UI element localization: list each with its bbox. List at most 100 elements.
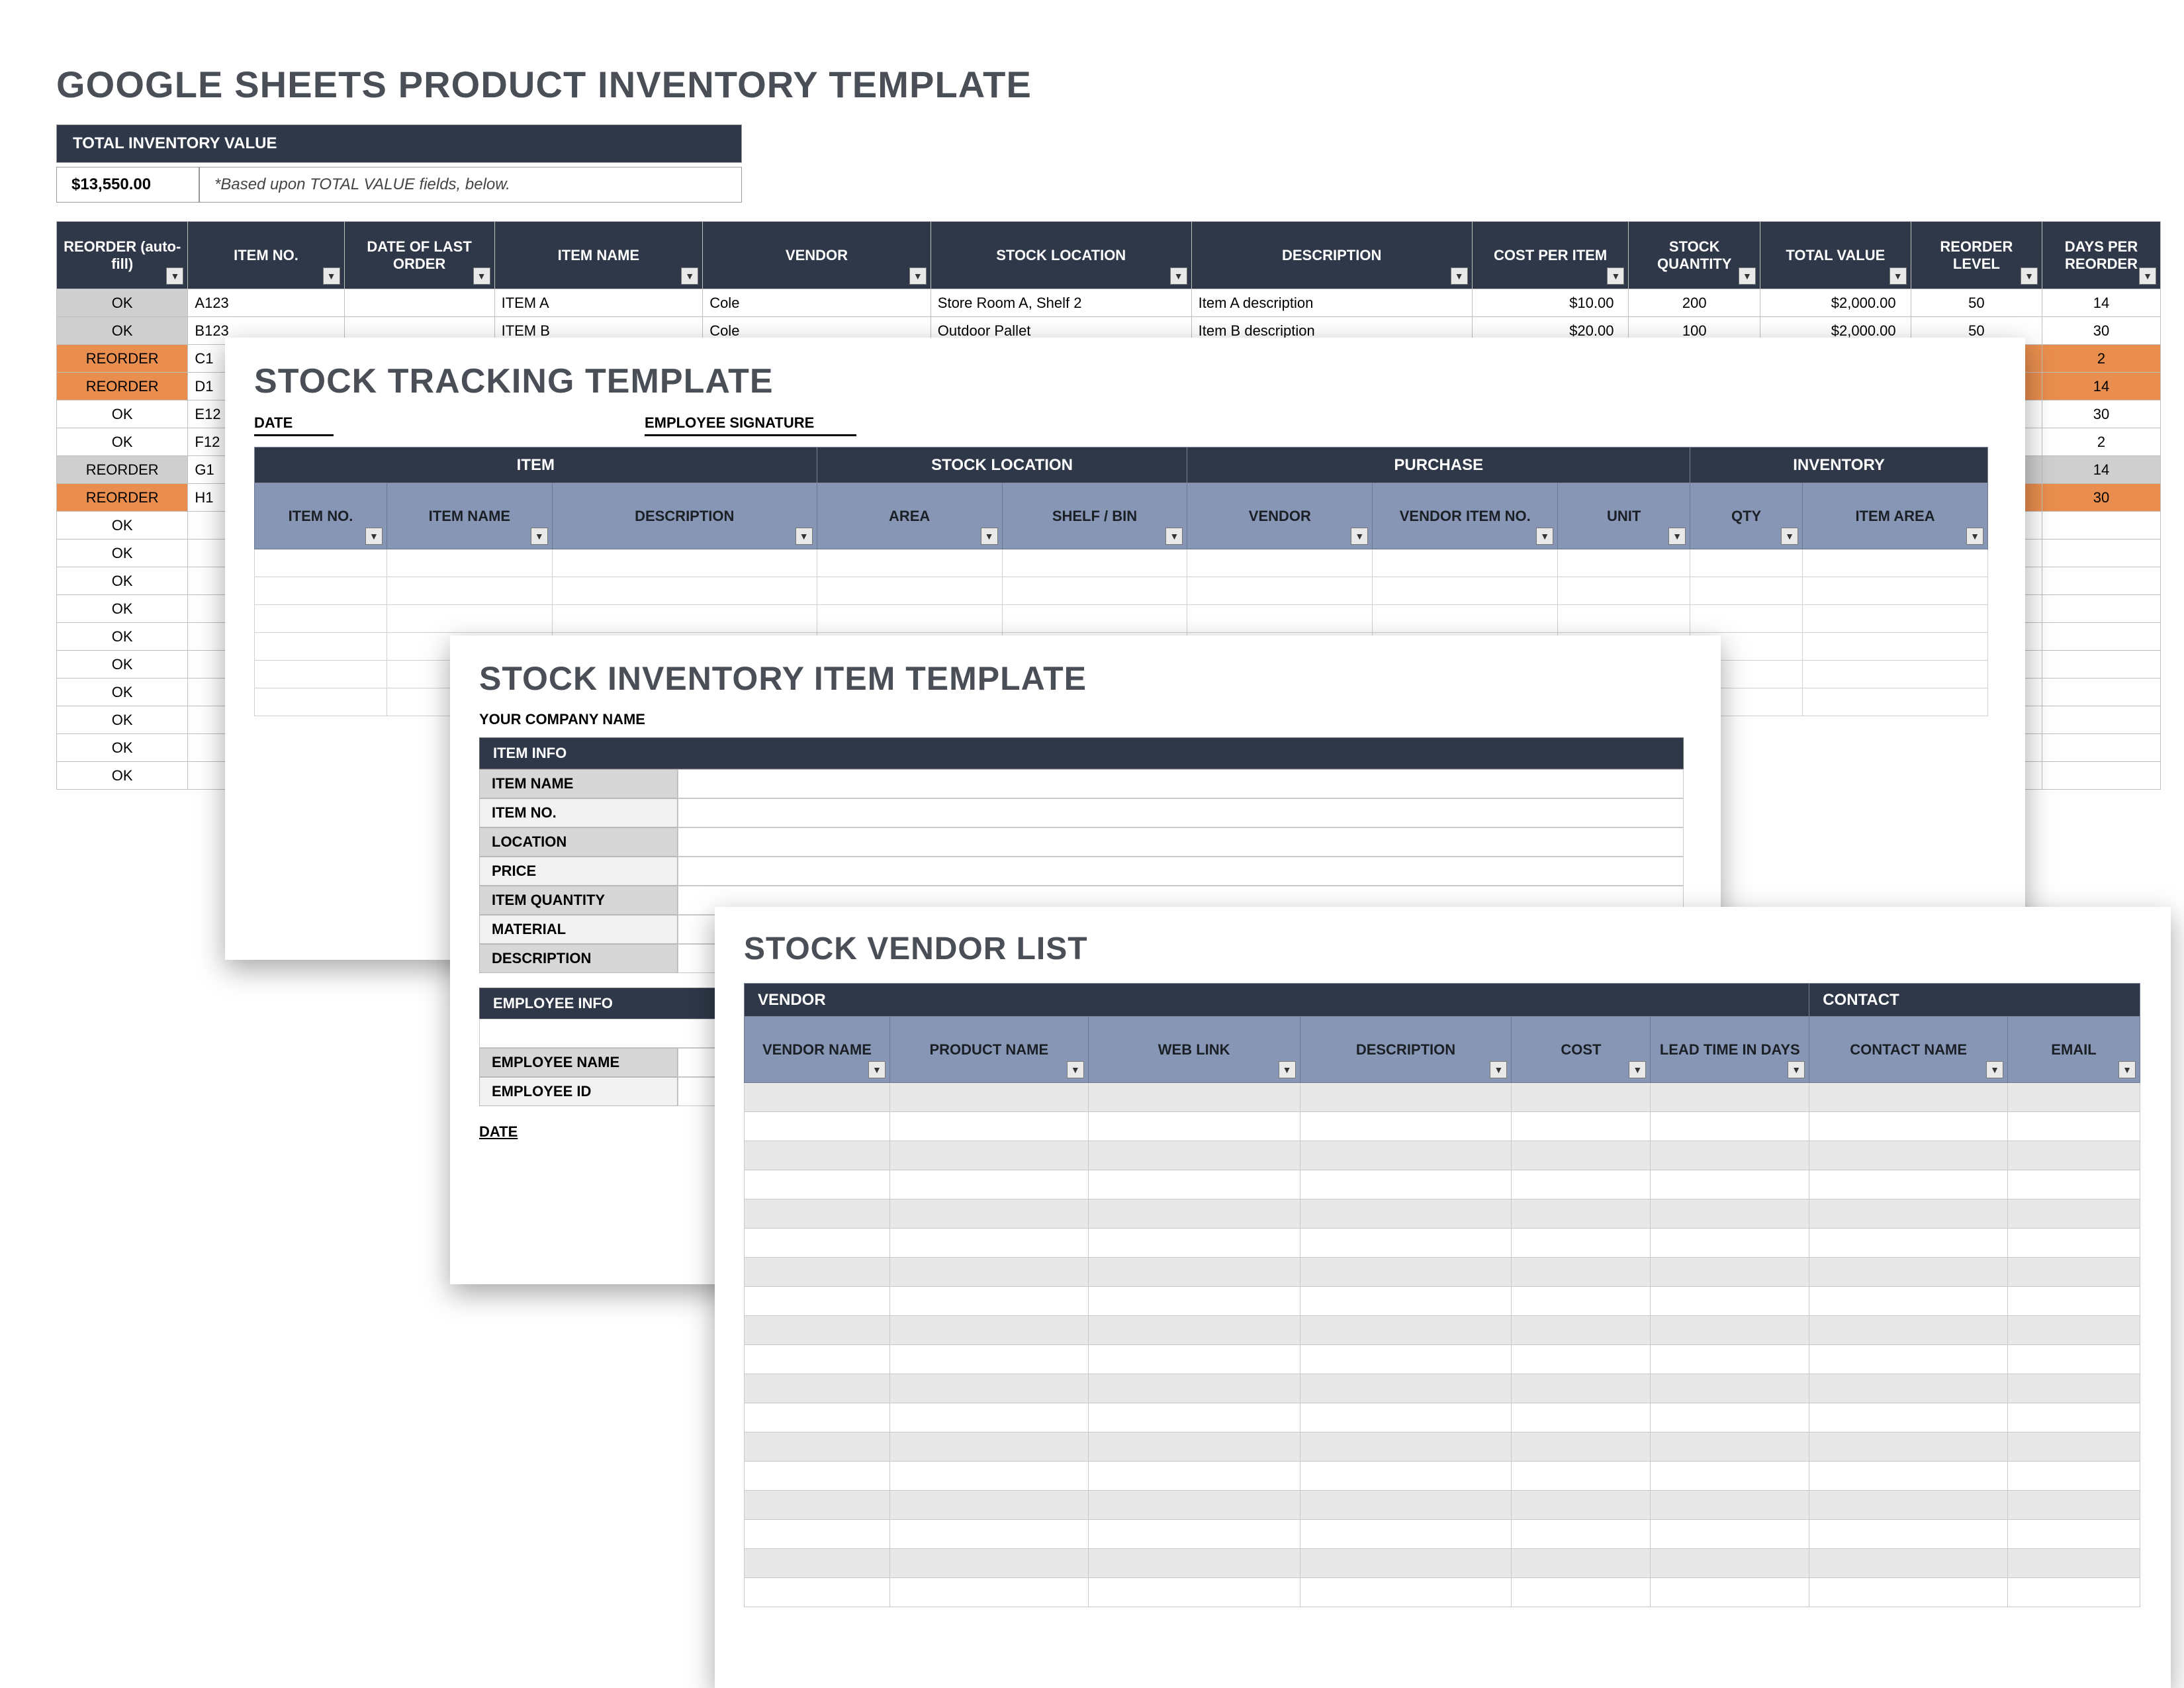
cell[interactable] [1651,1432,1809,1462]
cell[interactable] [2008,1345,2140,1374]
cell[interactable] [2008,1432,2140,1462]
cell[interactable] [1803,605,1988,633]
cell[interactable]: OK [57,706,188,734]
filter-dropdown-icon[interactable] [1451,267,1468,285]
cell[interactable]: 30 [2042,317,2161,345]
cell[interactable]: OK [57,317,188,345]
filter-dropdown-icon[interactable] [1889,267,1907,285]
cell[interactable] [817,577,1002,605]
cell[interactable] [1512,1170,1651,1199]
filter-dropdown-icon[interactable] [1668,528,1686,545]
cell[interactable] [1803,577,1988,605]
cell[interactable]: 200 [1629,289,1760,317]
cell[interactable] [745,1083,890,1112]
cell[interactable] [2042,567,2161,595]
cell[interactable]: REORDER [57,345,188,373]
cell[interactable] [889,1170,1088,1199]
cell[interactable] [1690,577,1803,605]
cell[interactable] [1512,1432,1651,1462]
cell[interactable] [2042,539,2161,567]
cell[interactable] [552,549,817,577]
cell[interactable]: OK [57,567,188,595]
cell[interactable] [745,1112,890,1141]
cell[interactable] [1373,605,1558,633]
filter-dropdown-icon[interactable] [1781,528,1798,545]
cell[interactable] [1088,1199,1300,1229]
cell[interactable] [1809,1112,2008,1141]
cell[interactable] [1809,1578,2008,1607]
cell[interactable] [2008,1491,2140,1520]
itm-field-value[interactable] [678,857,1684,886]
cell[interactable] [1002,577,1187,605]
cell[interactable] [2042,706,2161,734]
cell[interactable] [2008,1520,2140,1549]
cell[interactable] [255,661,387,688]
cell[interactable] [745,1258,890,1287]
cell[interactable] [889,1491,1088,1520]
cell[interactable] [1651,1287,1809,1316]
cell[interactable] [889,1578,1088,1607]
cell[interactable]: Store Room A, Shelf 2 [931,289,1191,317]
cell[interactable] [2008,1549,2140,1578]
cell[interactable] [1809,1374,2008,1403]
cell[interactable]: 2 [2042,345,2161,373]
cell[interactable] [1558,605,1690,633]
filter-dropdown-icon[interactable] [1629,1061,1646,1078]
cell[interactable] [889,1141,1088,1170]
cell[interactable] [1651,1520,1809,1549]
cell[interactable] [745,1287,890,1316]
cell[interactable] [1651,1141,1809,1170]
cell[interactable]: OK [57,400,188,428]
cell[interactable] [2008,1170,2140,1199]
cell[interactable] [255,577,387,605]
cell[interactable]: OK [57,734,188,762]
cell[interactable] [255,549,387,577]
cell[interactable] [2042,595,2161,623]
cell[interactable] [1002,549,1187,577]
cell[interactable] [1088,1520,1300,1549]
cell[interactable] [1300,1229,1512,1258]
filter-dropdown-icon[interactable] [1490,1061,1507,1078]
cell[interactable] [2008,1374,2140,1403]
cell[interactable] [552,577,817,605]
cell[interactable] [387,549,552,577]
cell[interactable] [1512,1112,1651,1141]
cell[interactable] [1651,1374,1809,1403]
cell[interactable] [745,1432,890,1462]
cell[interactable] [1300,1578,1512,1607]
cell[interactable] [745,1316,890,1345]
cell[interactable] [1651,1578,1809,1607]
cell[interactable] [2008,1578,2140,1607]
cell[interactable]: Item A description [1191,289,1472,317]
cell[interactable] [1088,1491,1300,1520]
cell[interactable] [1690,549,1803,577]
cell[interactable]: $10.00 [1472,289,1629,317]
cell[interactable] [1651,1403,1809,1432]
cell[interactable] [1803,688,1988,716]
cell[interactable] [1809,1316,2008,1345]
cell[interactable] [1512,1258,1651,1287]
cell[interactable] [1088,1112,1300,1141]
filter-dropdown-icon[interactable] [2021,267,2038,285]
filter-dropdown-icon[interactable] [1788,1061,1805,1078]
cell[interactable]: OK [57,679,188,706]
cell[interactable] [1088,1549,1300,1578]
cell[interactable] [889,1316,1088,1345]
filter-dropdown-icon[interactable] [1165,528,1183,545]
cell[interactable] [2042,651,2161,679]
cell[interactable] [817,549,1002,577]
cell[interactable] [2008,1462,2140,1491]
cell[interactable] [1088,1229,1300,1258]
filter-dropdown-icon[interactable] [323,267,340,285]
cell[interactable] [1002,605,1187,633]
cell[interactable]: OK [57,289,188,317]
filter-dropdown-icon[interactable] [1536,528,1553,545]
filter-dropdown-icon[interactable] [909,267,927,285]
cell[interactable] [1300,1549,1512,1578]
cell[interactable] [1512,1316,1651,1345]
cell[interactable] [889,1258,1088,1287]
cell[interactable]: OK [57,539,188,567]
cell[interactable] [1512,1520,1651,1549]
cell[interactable]: Cole [703,289,931,317]
cell[interactable] [2042,623,2161,651]
